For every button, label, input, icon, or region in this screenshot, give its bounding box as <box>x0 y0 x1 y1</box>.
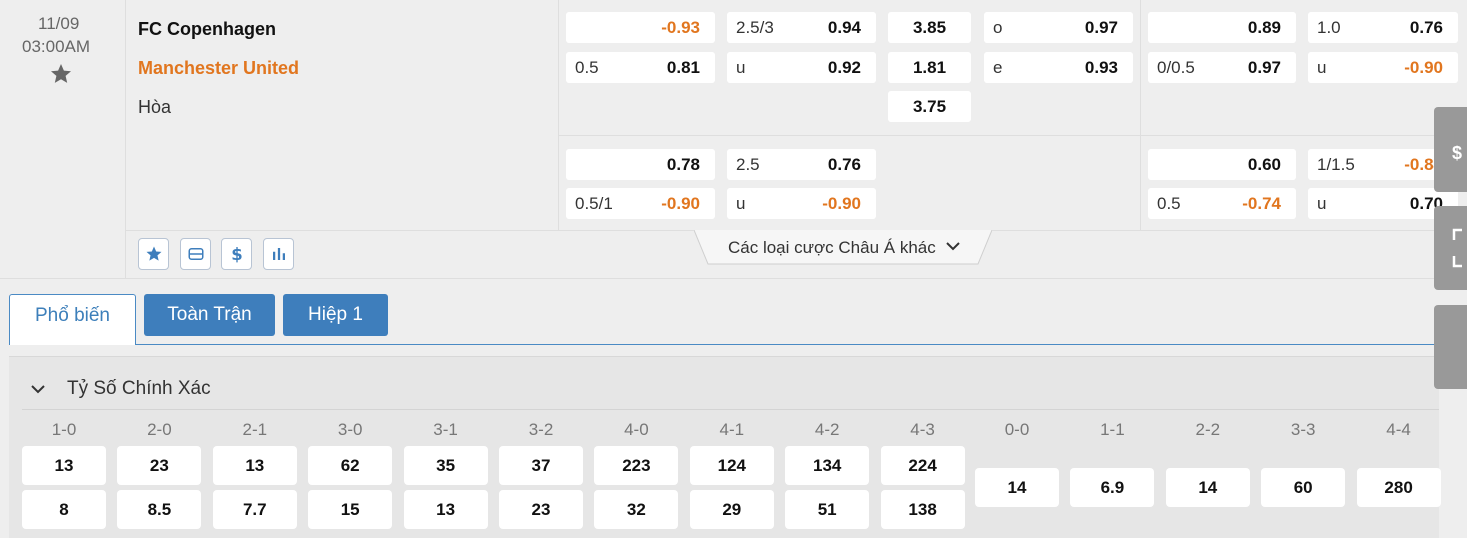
ou2-over-odd[interactable]: 2.5 0.76 <box>727 149 876 180</box>
more-asian-bets-toggle[interactable]: Các loại cược Châu Á khác <box>694 230 992 265</box>
odd-odd[interactable]: o 0.97 <box>984 12 1133 43</box>
odds-button[interactable]: $ <box>221 238 252 270</box>
score-label: 4-0 <box>624 420 649 439</box>
h1-ou-over-odd[interactable]: 1.0 0.76 <box>1308 12 1458 43</box>
section-chevron-icon[interactable] <box>31 382 45 400</box>
score-home-odd[interactable]: 134 <box>785 446 870 485</box>
score-away-odd[interactable]: 23 <box>499 490 583 529</box>
svg-text:$: $ <box>231 245 242 263</box>
score-label: 3-2 <box>528 420 554 439</box>
section-title[interactable]: Tỷ Số Chính Xác <box>67 378 211 400</box>
score-label: 4-1 <box>719 420 745 439</box>
match-time: 03:00AM <box>22 37 91 56</box>
stats-button[interactable] <box>263 238 294 270</box>
favorite-button[interactable] <box>138 238 169 270</box>
ou-over-odd[interactable]: 2.5/3 0.94 <box>727 12 876 43</box>
ou2-under-odd[interactable]: u -0.90 <box>727 188 876 219</box>
away-team[interactable]: Manchester United <box>138 58 299 79</box>
home-team[interactable]: FC Copenhagen <box>138 19 276 40</box>
h1-hdp2-home-odd[interactable]: 0.60 <box>1148 149 1296 180</box>
hdp2-away-odd[interactable]: 0.5/1 -0.90 <box>566 188 715 219</box>
score-away-odd[interactable]: 15 <box>308 490 393 529</box>
score-home-odd[interactable]: 23 <box>117 446 202 485</box>
bet-slip-button[interactable] <box>180 238 211 270</box>
ticket-icon <box>188 248 204 260</box>
h1-hdp-away-odd[interactable]: 0/0.5 0.97 <box>1148 52 1296 83</box>
dollar-icon: $ <box>231 245 242 263</box>
h1-ou-under-odd[interactable]: u -0.90 <box>1308 52 1458 83</box>
score-home-odd[interactable]: 124 <box>689 446 774 485</box>
favorite-star-icon[interactable] <box>49 62 73 91</box>
draw-label: Hòa <box>138 97 172 117</box>
score-label: 3-0 <box>337 420 363 439</box>
scan-icon <box>1452 228 1462 268</box>
score-label: 1-1 <box>1100 420 1125 439</box>
score-draw-odd[interactable]: 14 <box>975 468 1059 507</box>
hdp-away-odd[interactable]: 0.5 0.81 <box>566 52 715 83</box>
score-away-odd[interactable]: 51 <box>785 490 870 529</box>
score-draw-odd[interactable]: 280 <box>1356 468 1441 507</box>
score-label: 0-0 <box>1004 420 1030 439</box>
score-home-odd[interactable]: 223 <box>594 446 679 485</box>
hdp-home-odd[interactable]: -0.93 <box>566 12 715 43</box>
tab-first-half[interactable]: Hiệp 1 <box>283 294 388 336</box>
score-label: 4-4 <box>1386 420 1411 439</box>
tab-popular[interactable]: Phổ biến <box>9 294 136 345</box>
score-away-odd[interactable]: 32 <box>594 490 679 529</box>
chart-icon <box>273 248 285 260</box>
score-label: 2-1 <box>242 420 268 439</box>
score-label: 3-3 <box>1290 420 1316 439</box>
side-dollar-icon: $ <box>1452 143 1463 163</box>
x12-away-odd[interactable]: 1.81 <box>888 52 971 83</box>
more-asian-bets-label: Các loại cược Châu Á khác <box>728 238 936 257</box>
star-icon <box>146 246 162 261</box>
score-away-odd[interactable]: 8 <box>22 490 106 529</box>
score-label: 2-0 <box>147 420 172 439</box>
score-draw-odd[interactable]: 6.9 <box>1070 468 1155 507</box>
score-label: 4-2 <box>814 420 840 439</box>
chevron-down-icon <box>946 242 960 251</box>
score-label: 3-1 <box>433 420 458 439</box>
hdp2-home-odd[interactable]: 0.78 <box>566 149 715 180</box>
match-date: 11/09 <box>38 14 80 33</box>
side-tab-more[interactable] <box>1434 305 1467 389</box>
score-home-odd[interactable]: 62 <box>308 446 393 485</box>
score-home-odd[interactable]: 13 <box>212 446 297 485</box>
even-odd[interactable]: e 0.93 <box>984 52 1133 83</box>
side-tab-scan[interactable] <box>1434 206 1467 290</box>
score-home-odd[interactable]: 13 <box>22 446 106 485</box>
score-home-odd[interactable]: 35 <box>403 446 488 485</box>
h1-hdp2-away-odd[interactable]: 0.5 -0.74 <box>1148 188 1296 219</box>
score-away-odd[interactable]: 13 <box>403 490 488 529</box>
score-home-odd[interactable]: 37 <box>499 446 583 485</box>
score-draw-odd[interactable]: 14 <box>1165 468 1250 507</box>
score-home-odd[interactable]: 224 <box>880 446 965 485</box>
x12-home-odd[interactable]: 3.85 <box>888 12 971 43</box>
score-label: 2-2 <box>1195 420 1221 439</box>
tab-full-match[interactable]: Toàn Trận <box>144 294 275 336</box>
score-away-odd[interactable]: 138 <box>880 490 965 529</box>
score-away-odd[interactable]: 7.7 <box>212 490 297 529</box>
score-away-odd[interactable]: 8.5 <box>117 490 202 529</box>
score-away-odd[interactable]: 29 <box>689 490 774 529</box>
score-label: 1-0 <box>51 420 77 439</box>
h1-hdp-home-odd[interactable]: 0.89 <box>1148 12 1296 43</box>
score-draw-odd[interactable]: 60 <box>1261 468 1346 507</box>
ou-under-odd[interactable]: u 0.92 <box>727 52 876 83</box>
x12-draw-odd[interactable]: 3.75 <box>888 91 971 122</box>
score-label: 4-3 <box>910 420 935 439</box>
side-tab-odds[interactable]: $ <box>1434 107 1467 192</box>
